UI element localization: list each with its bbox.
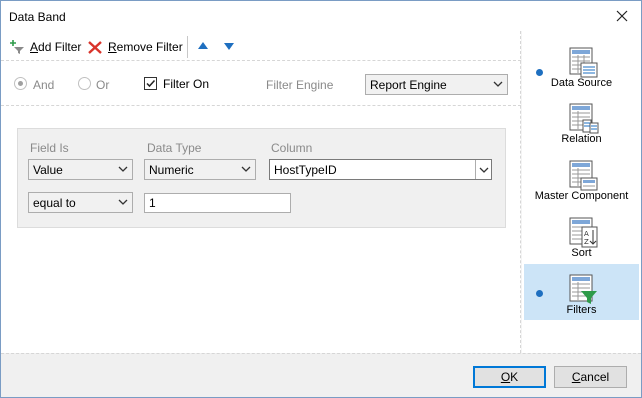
ok-button[interactable]: OK bbox=[473, 366, 546, 388]
chevron-down-icon bbox=[118, 199, 128, 205]
active-dot bbox=[536, 69, 543, 76]
nav-item-sort[interactable]: A Z Sort bbox=[524, 213, 639, 269]
add-filter-label: Add Filter bbox=[30, 40, 82, 54]
toolbar-separator bbox=[187, 36, 188, 58]
move-up-button[interactable] bbox=[197, 40, 211, 52]
and-label: And bbox=[33, 78, 55, 92]
filter-engine-label: Filter Engine bbox=[266, 78, 334, 92]
remove-filter-button[interactable]: Remove Filter bbox=[87, 37, 183, 57]
dialog-button-bar: OK Cancel bbox=[1, 353, 641, 397]
nav-label-data-source: Data Source bbox=[550, 77, 613, 89]
filter-value-input[interactable]: 1 bbox=[144, 193, 291, 213]
data-band-dialog: Data Band Add Filter Remove Filter And O… bbox=[0, 0, 642, 398]
chevron-down-icon bbox=[241, 166, 251, 172]
nav-label-filters: Filters bbox=[566, 304, 597, 316]
chevron-down-icon bbox=[493, 81, 503, 87]
data-type-select[interactable]: Numeric bbox=[144, 159, 256, 180]
field-is-select[interactable]: Value bbox=[28, 159, 133, 180]
cancel-button[interactable]: Cancel bbox=[554, 366, 627, 388]
data-type-label: Data Type bbox=[147, 141, 202, 155]
active-dot bbox=[536, 290, 543, 297]
arrow-down-icon bbox=[224, 43, 234, 50]
nav-item-master-component[interactable]: Master Component bbox=[524, 156, 639, 212]
remove-icon bbox=[88, 41, 102, 54]
or-radio[interactable] bbox=[78, 77, 91, 90]
data-source-icon bbox=[569, 47, 598, 78]
filter-condition-panel: Field Is Data Type Column Value Numeric bbox=[17, 128, 506, 228]
filter-editor-pane: Add Filter Remove Filter And Or Filter O… bbox=[1, 31, 521, 353]
filter-options-row: And Or Filter On Filter Engine Report En… bbox=[1, 62, 521, 106]
chevron-down-icon bbox=[118, 166, 128, 172]
title-bar: Data Band bbox=[1, 1, 641, 31]
field-is-label: Field Is bbox=[30, 141, 69, 155]
remove-filter-label: Remove Filter bbox=[108, 40, 183, 54]
add-filter-icon bbox=[10, 40, 24, 54]
filters-icon bbox=[569, 274, 597, 304]
filter-engine-value: Report Engine bbox=[370, 78, 447, 92]
svg-text:Z: Z bbox=[584, 238, 589, 246]
field-is-value: Value bbox=[33, 163, 63, 177]
nav-item-relation[interactable]: Relation bbox=[524, 99, 639, 155]
column-label: Column bbox=[271, 141, 313, 155]
or-label: Or bbox=[96, 78, 110, 92]
master-component-icon bbox=[569, 160, 598, 191]
and-radio[interactable] bbox=[14, 77, 27, 90]
close-icon bbox=[616, 10, 628, 22]
move-down-button[interactable] bbox=[223, 40, 237, 52]
chevron-down-icon bbox=[479, 167, 489, 173]
checkmark-icon bbox=[146, 79, 156, 88]
close-button[interactable] bbox=[607, 3, 637, 29]
band-sections-nav: Data Source Relation Master Component A … bbox=[522, 31, 641, 353]
filter-toolbar: Add Filter Remove Filter bbox=[1, 31, 521, 61]
filter-value-text: 1 bbox=[149, 196, 156, 210]
filter-on-label: Filter On bbox=[163, 77, 210, 91]
sort-icon: A Z bbox=[569, 217, 598, 248]
nav-label-relation: Relation bbox=[561, 133, 602, 145]
svg-text:A: A bbox=[584, 230, 589, 238]
nav-item-data-source[interactable]: Data Source bbox=[524, 43, 639, 99]
filter-on-checkbox[interactable] bbox=[144, 77, 157, 90]
window-title: Data Band bbox=[9, 10, 66, 24]
nav-label-sort: Sort bbox=[571, 247, 592, 259]
data-type-value: Numeric bbox=[149, 163, 194, 177]
column-value: HostTypeID bbox=[274, 163, 337, 177]
nav-label-master-component: Master Component bbox=[534, 190, 629, 202]
condition-select[interactable]: equal to bbox=[28, 192, 133, 213]
column-dropdown-button[interactable] bbox=[475, 160, 491, 179]
column-select[interactable]: HostTypeID bbox=[269, 159, 492, 180]
add-filter-button[interactable]: Add Filter bbox=[9, 37, 81, 57]
condition-value: equal to bbox=[33, 196, 76, 210]
relation-icon bbox=[569, 103, 599, 134]
content-area: Add Filter Remove Filter And Or Filter O… bbox=[1, 31, 641, 353]
filter-engine-select[interactable]: Report Engine bbox=[365, 74, 508, 95]
nav-item-filters[interactable]: Filters bbox=[524, 264, 639, 320]
arrow-up-icon bbox=[198, 42, 208, 49]
